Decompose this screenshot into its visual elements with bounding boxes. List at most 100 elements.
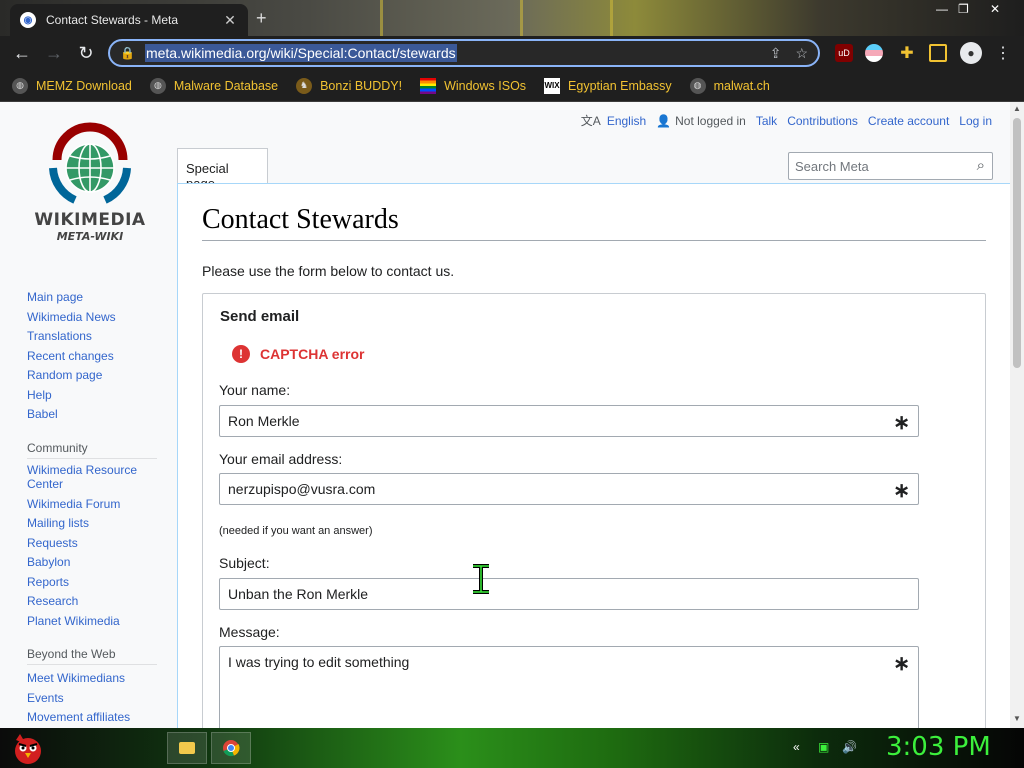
- bookmark-item[interactable]: ◍ malwat.ch: [689, 77, 770, 94]
- wikimedia-favicon-icon: ◉: [20, 12, 36, 28]
- login-link[interactable]: Log in: [959, 114, 992, 128]
- browser-tab-strip: ◉ Contact Stewards - Meta ✕ + — ❐ ✕: [0, 0, 1024, 36]
- sidebar-item-help[interactable]: Help: [27, 386, 157, 406]
- start-angry-bird-icon[interactable]: [8, 730, 48, 766]
- tab-title: Contact Stewards - Meta: [46, 13, 179, 27]
- url-text[interactable]: meta.wikimedia.org/wiki/Special:Contact/…: [144, 44, 457, 62]
- chrome-icon: [223, 740, 240, 757]
- reload-icon[interactable]: ↻: [70, 37, 102, 69]
- menu-kebab-icon[interactable]: ⋮: [994, 44, 1012, 62]
- back-arrow-icon[interactable]: ←: [6, 37, 38, 69]
- sidebar-item-planet-wikimedia[interactable]: Planet Wikimedia: [27, 612, 157, 632]
- bookmark-item[interactable]: ♞ Bonzi BUDDY!: [296, 77, 402, 94]
- required-asterisk-icon: ∗: [893, 412, 910, 434]
- browser-tab-active[interactable]: ◉ Contact Stewards - Meta ✕: [10, 4, 248, 36]
- window-close-icon[interactable]: ✕: [990, 2, 1000, 16]
- wiki-page: WIKIMEDIA META-WIKI Main page Wikimedia …: [0, 102, 1010, 728]
- volume-icon[interactable]: 🔊: [842, 740, 857, 754]
- taskbar: « ▣ 🔊 3:03 PM: [0, 728, 1024, 768]
- search-icon[interactable]: ⌕: [977, 157, 985, 174]
- user-icon: 👤: [656, 113, 672, 128]
- wallpaper-streak: [380, 0, 383, 36]
- globe-icon: ◍: [12, 77, 28, 94]
- flag-extension-icon[interactable]: [865, 44, 883, 62]
- personal-tools: 文A English 👤 Not logged in Talk Contribu…: [581, 112, 992, 129]
- name-label: Your name:: [219, 382, 291, 398]
- globe-icon: ◍: [149, 77, 166, 94]
- message-label: Message:: [219, 624, 280, 640]
- share-icon[interactable]: ⇪: [770, 45, 782, 62]
- sidebar-item-babel[interactable]: Babel: [27, 405, 157, 425]
- email-value: nerzupispo@vusra.com: [228, 481, 376, 497]
- side-panel-icon[interactable]: [929, 44, 947, 62]
- sidebar-item-recent-changes[interactable]: Recent changes: [27, 347, 157, 367]
- bookmark-item[interactable]: WIX Egyptian Embassy: [544, 77, 672, 94]
- page-scrollbar[interactable]: ▲ ▼: [1010, 102, 1024, 728]
- sidebar-item-main-page[interactable]: Main page: [27, 288, 157, 308]
- bookmark-item[interactable]: ◍ Malware Database: [149, 77, 278, 94]
- tab-special-page[interactable]: Special page: [177, 148, 268, 191]
- sidebar-item-research[interactable]: Research: [27, 592, 157, 612]
- subject-label: Subject:: [219, 555, 270, 571]
- main-content: Contact Stewards Please use the form bel…: [177, 183, 1010, 728]
- file-explorer-taskbar-button[interactable]: [167, 732, 207, 764]
- browser-toolbar: ← → ↻ 🔒 meta.wikimedia.org/wiki/Special:…: [0, 36, 1024, 70]
- create-account-link[interactable]: Create account: [868, 114, 949, 128]
- new-tab-button[interactable]: +: [256, 8, 267, 29]
- logo-subtitle: META-WIKI: [56, 230, 124, 243]
- scrollbar-thumb[interactable]: [1013, 118, 1021, 368]
- sidebar-item-forum[interactable]: Wikimedia Forum: [27, 495, 157, 515]
- required-asterisk-icon: ∗: [893, 480, 910, 502]
- tray-chevron-icon[interactable]: «: [793, 740, 800, 754]
- bookmark-star-icon[interactable]: ☆: [795, 45, 808, 62]
- minimize-icon[interactable]: —: [936, 2, 948, 16]
- chrome-taskbar-button[interactable]: [211, 732, 251, 764]
- sidebar-item-movement-affiliates[interactable]: Movement affiliates: [27, 708, 157, 728]
- sidebar-item-resource-center[interactable]: Wikimedia Resource Center: [27, 463, 157, 491]
- name-field[interactable]: Ron Merkle ∗: [219, 405, 919, 437]
- lock-icon: 🔒: [120, 46, 135, 60]
- wikimedia-logo[interactable]: WIKIMEDIA META-WIKI: [28, 122, 152, 243]
- sidebar-item-events[interactable]: Events: [27, 689, 157, 709]
- scroll-down-icon[interactable]: ▼: [1013, 714, 1021, 723]
- forward-arrow-icon[interactable]: →: [38, 37, 70, 69]
- language-link[interactable]: English: [607, 114, 646, 128]
- bookmark-label: malwat.ch: [713, 78, 770, 93]
- email-field[interactable]: nerzupispo@vusra.com ∗: [219, 473, 919, 505]
- network-icon[interactable]: ▣: [818, 740, 829, 754]
- sidebar-item-babylon[interactable]: Babylon: [27, 553, 157, 573]
- not-logged-in-text: Not logged in: [675, 113, 746, 128]
- address-bar[interactable]: 🔒 meta.wikimedia.org/wiki/Special:Contac…: [108, 39, 820, 67]
- sidebar-item-meet-wikimedians[interactable]: Meet Wikimedians: [27, 669, 157, 689]
- bookmark-item[interactable]: Windows ISOs: [420, 77, 527, 94]
- contributions-link[interactable]: Contributions: [787, 114, 858, 128]
- bookmark-item[interactable]: ◍ MEMZ Download: [12, 77, 132, 94]
- sidebar-item-reports[interactable]: Reports: [27, 573, 157, 593]
- sidebar-item-random-page[interactable]: Random page: [27, 366, 157, 386]
- maximize-icon[interactable]: ❐: [958, 2, 969, 16]
- text-cursor-icon: [473, 564, 489, 594]
- bookmark-label: MEMZ Download: [36, 78, 132, 93]
- wallpaper-streak: [520, 0, 523, 36]
- sidebar-item-mailing-lists[interactable]: Mailing lists: [27, 514, 157, 534]
- bookmark-label: Windows ISOs: [444, 78, 527, 93]
- sidebar-item-translations[interactable]: Translations: [27, 327, 157, 347]
- windows-icon: [420, 77, 437, 94]
- message-value: I was trying to edit something: [228, 654, 410, 670]
- profile-avatar-icon[interactable]: ●: [960, 42, 982, 64]
- form-legend: Send email: [220, 308, 300, 325]
- message-textarea[interactable]: I was trying to edit something ∗: [219, 646, 919, 728]
- subject-field[interactable]: Unban the Ron Merkle: [219, 578, 919, 610]
- taskbar-clock[interactable]: 3:03 PM: [886, 732, 991, 762]
- sidebar-item-wikimedia-news[interactable]: Wikimedia News: [27, 308, 157, 328]
- ublock-extension-icon[interactable]: uD: [835, 44, 853, 62]
- search-input[interactable]: Search Meta ⌕: [788, 152, 993, 180]
- page-title: Contact Stewards: [202, 204, 986, 241]
- tab-close-icon[interactable]: ✕: [222, 12, 238, 29]
- sidebar-item-requests[interactable]: Requests: [27, 534, 157, 554]
- email-hint: (needed if you want an answer): [219, 525, 373, 537]
- globe-icon: ◍: [689, 77, 706, 94]
- scroll-up-icon[interactable]: ▲: [1013, 104, 1021, 113]
- talk-link[interactable]: Talk: [756, 114, 777, 128]
- extensions-puzzle-icon[interactable]: ✚: [898, 44, 916, 62]
